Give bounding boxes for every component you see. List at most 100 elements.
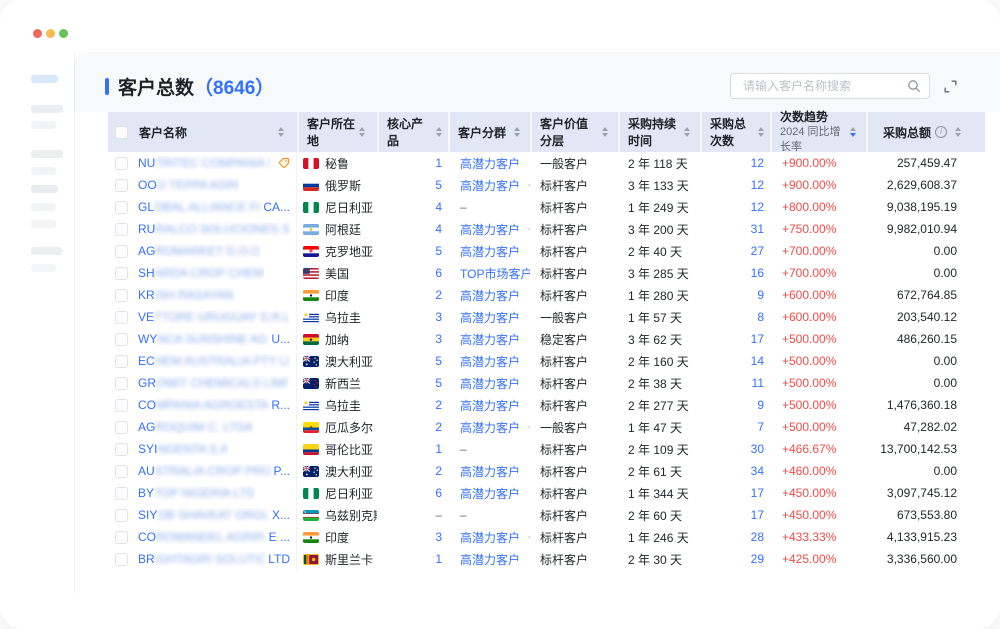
column-header-amount[interactable]: 采购总额i: [868, 112, 985, 152]
purchase-count[interactable]: 11: [752, 376, 764, 390]
purchase-count[interactable]: 31: [751, 222, 764, 236]
core-products-count[interactable]: 4: [435, 200, 442, 214]
customer-name-link[interactable]: SHARDA CROP CHEM: [138, 266, 264, 280]
core-products-count[interactable]: 2: [435, 464, 442, 478]
core-products-count[interactable]: 3: [435, 332, 442, 346]
close-window-button[interactable]: [33, 29, 42, 38]
core-products-count[interactable]: 5: [435, 244, 442, 258]
customer-row[interactable]: COMPANIA AGROESTANA AL JAIRO R... 乌拉圭 2 …: [108, 394, 985, 416]
core-products-count[interactable]: 1: [435, 442, 442, 456]
customer-name-link[interactable]: RURALCO SOLUCIONES S.A: [138, 222, 290, 236]
purchase-count[interactable]: 28: [751, 530, 764, 544]
core-products-count[interactable]: 3: [435, 530, 442, 544]
row-checkbox[interactable]: [115, 179, 128, 192]
purchase-count[interactable]: 9: [757, 288, 764, 302]
row-checkbox[interactable]: [115, 399, 128, 412]
purchase-count[interactable]: 8: [757, 310, 764, 324]
customer-name-link[interactable]: VETTORE URUGUAY S.R.L: [138, 310, 290, 324]
sidebar-item-active[interactable]: [31, 75, 58, 83]
segment-link[interactable]: 高潜力客户: [460, 397, 520, 414]
row-checkbox[interactable]: [115, 245, 128, 258]
customer-name-link[interactable]: COROMANDEL AGRIPACK PRIVATE E ...: [138, 530, 290, 544]
sidebar-item-skeleton[interactable]: [31, 185, 58, 193]
customer-row[interactable]: COROMANDEL AGRIPACK PRIVATE E ... 印度 3 高…: [108, 526, 985, 548]
row-checkbox[interactable]: [115, 465, 128, 478]
customer-name-link[interactable]: GLOBAL ALLIANCE FOR CHEMI CA...: [138, 200, 290, 214]
core-products-count[interactable]: 5: [435, 376, 442, 390]
purchase-count[interactable]: 16: [751, 266, 764, 280]
segment-link[interactable]: 高潜力客户: [460, 529, 520, 546]
customer-name-link[interactable]: SIYOB SHAVKAT ORGU FERMER X...: [138, 508, 290, 522]
row-checkbox[interactable]: [115, 201, 128, 214]
minimize-window-button[interactable]: [46, 29, 55, 38]
core-products-count[interactable]: 3: [435, 310, 442, 324]
purchase-count[interactable]: 27: [751, 244, 764, 258]
customer-name-link[interactable]: BYTOP NIGERIA LTD: [138, 486, 255, 500]
segment-link[interactable]: 高潜力客户: [460, 287, 520, 304]
customer-row[interactable]: GROWIT CHEMICALS LIMITED 新西兰 5 高潜力客户 标杆客…: [108, 372, 985, 394]
customer-row[interactable]: NUTRITEC COMPANIA S.A.C 秘鲁 1 高潜力客户 一般客户 …: [108, 152, 985, 174]
segment-link[interactable]: 高潜力客户: [460, 309, 520, 326]
expand-fullscreen-icon[interactable]: [943, 79, 958, 94]
customer-row[interactable]: OOO TEPPA AGRI 俄罗斯 5 高潜力客户+1 标杆客户 3 年 13…: [108, 174, 985, 196]
purchase-count[interactable]: 34: [751, 464, 764, 478]
column-header-trend[interactable]: 次数趋势2024 同比增长率: [772, 112, 866, 152]
row-checkbox[interactable]: [115, 267, 128, 280]
customer-row[interactable]: ECHEM AUSTRALIA PTY LIMITED 澳大利亚 5 高潜力客户…: [108, 350, 985, 372]
purchase-count[interactable]: 17: [751, 508, 764, 522]
customer-name-link[interactable]: AGROMARKET D.O.O: [138, 244, 260, 258]
core-products-count[interactable]: 6: [435, 266, 442, 280]
column-header-purchases[interactable]: 采购总次数: [702, 112, 770, 152]
segment-link[interactable]: 高潜力客户: [460, 331, 520, 348]
core-products-count[interactable]: 2: [435, 288, 442, 302]
sidebar-item-skeleton[interactable]: [31, 220, 56, 228]
purchase-count[interactable]: 29: [751, 552, 764, 566]
purchase-count[interactable]: 9: [757, 398, 764, 412]
customer-row[interactable]: SIYOB SHAVKAT ORGU FERMER X... 乌兹别克斯坦 – …: [108, 504, 985, 526]
segment-link[interactable]: TOP市场客户: [460, 265, 530, 282]
row-checkbox[interactable]: [115, 487, 128, 500]
customer-name-link[interactable]: COMPANIA AGROESTANA AL JAIRO R...: [138, 398, 290, 412]
customer-row[interactable]: GLOBAL ALLIANCE FOR CHEMI CA... 尼日利亚 4 –…: [108, 196, 985, 218]
segment-link[interactable]: 高潜力客户: [460, 551, 520, 568]
segment-link[interactable]: 高潜力客户: [460, 243, 520, 260]
row-checkbox[interactable]: [115, 289, 128, 302]
core-products-count[interactable]: 2: [435, 398, 442, 412]
core-products-count[interactable]: 1: [435, 156, 442, 170]
row-checkbox[interactable]: [115, 377, 128, 390]
row-checkbox[interactable]: [115, 223, 128, 236]
column-header-products[interactable]: 核心产品: [379, 112, 448, 152]
customer-row[interactable]: AGROQUIM C. LTDA 厄瓜多尔 2 高潜力客户+1 一般客户 1 年…: [108, 416, 985, 438]
column-header-duration[interactable]: 采购持续时间: [620, 112, 700, 152]
core-products-count[interactable]: 1: [435, 552, 442, 566]
segment-link[interactable]: 高潜力客户: [460, 221, 520, 238]
sidebar-item-skeleton[interactable]: [31, 150, 63, 158]
purchase-count[interactable]: 12: [751, 200, 764, 214]
purchase-count[interactable]: 14: [751, 354, 764, 368]
purchase-count[interactable]: 30: [751, 442, 764, 456]
row-checkbox[interactable]: [115, 531, 128, 544]
segment-link[interactable]: 高潜力客户: [460, 177, 520, 194]
customer-name-link[interactable]: KRISH RASAYAN: [138, 288, 234, 302]
purchase-count[interactable]: 7: [757, 420, 764, 434]
customer-row[interactable]: BRIGHTAGRI SOLUTIONS PVT LTD 斯里兰卡 1 高潜力客…: [108, 548, 985, 570]
info-icon[interactable]: i: [935, 126, 947, 138]
customer-name-link[interactable]: BRIGHTAGRI SOLUTIONS PVT LTD: [138, 552, 290, 566]
sidebar-item-skeleton[interactable]: [31, 203, 56, 211]
customer-name-link[interactable]: GROWIT CHEMICALS LIMITED: [138, 376, 290, 390]
row-checkbox[interactable]: [115, 553, 128, 566]
customer-row[interactable]: KRISH RASAYAN 印度 2 高潜力客户 标杆客户 1 年 280 天 …: [108, 284, 985, 306]
customer-name-link[interactable]: ECHEM AUSTRALIA PTY LIMITED: [138, 354, 290, 368]
purchase-count[interactable]: 12: [751, 156, 764, 170]
zoom-window-button[interactable]: [59, 29, 68, 38]
customer-row[interactable]: VETTORE URUGUAY S.R.L 乌拉圭 3 高潜力客户 一般客户 1…: [108, 306, 985, 328]
search-icon[interactable]: [907, 79, 921, 93]
core-products-count[interactable]: 5: [435, 354, 442, 368]
segment-link[interactable]: 高潜力客户: [460, 419, 520, 436]
customer-row[interactable]: SYINGENTA S.A 哥伦比亚 1 – 标杆客户 2 年 109 天 30…: [108, 438, 985, 460]
row-checkbox[interactable]: [115, 311, 128, 324]
row-checkbox[interactable]: [115, 355, 128, 368]
customer-name-link[interactable]: OOO TEPPA AGRI: [138, 178, 239, 192]
customer-name-link[interactable]: NUTRITEC COMPANIA S.A.C: [138, 156, 271, 170]
sidebar-item-skeleton[interactable]: [31, 264, 56, 272]
